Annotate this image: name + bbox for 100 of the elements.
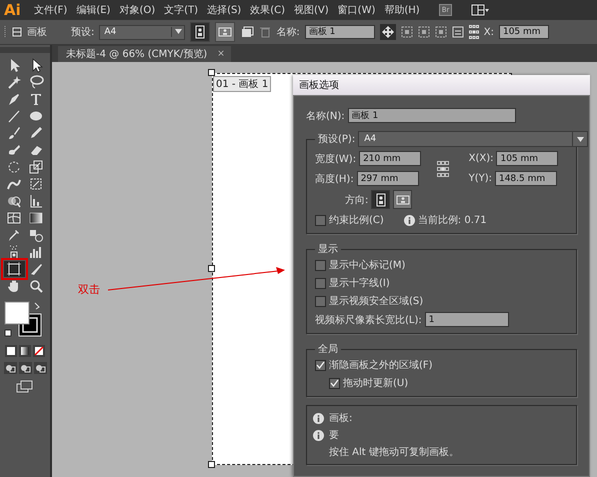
panel-grip-icon[interactable]: [4, 25, 7, 39]
menu-item[interactable]: 效果(C): [248, 3, 288, 17]
info-icon: [313, 430, 324, 440]
reference-point-icon[interactable]: [468, 25, 479, 39]
info-icon: [313, 412, 324, 424]
y-field[interactable]: 148.5 mm: [494, 171, 557, 186]
workspace-layout-icon[interactable]: [471, 4, 490, 16]
artboard-tool-icon: [6, 261, 22, 277]
menu-item[interactable]: 选择(S): [205, 3, 244, 17]
info-text: 要: [329, 429, 339, 442]
new-artboard-icon[interactable]: [240, 26, 254, 38]
orientation-label: 方向:: [345, 194, 368, 206]
artboard-handle[interactable]: [208, 265, 215, 272]
column-graph-tool-icon: [28, 244, 44, 260]
name-label: 名称:: [276, 26, 300, 39]
dropdown-arrow-icon: [576, 136, 584, 142]
screen-mode-icon[interactable]: [16, 380, 34, 394]
checkbox[interactable]: [315, 360, 326, 370]
constrain-label: 约束比例(C): [329, 214, 384, 227]
ratio-text: 当前比例: 0.71: [418, 214, 487, 227]
gradient-tool-icon: [28, 210, 44, 226]
x-field[interactable]: 105 mm: [498, 25, 549, 39]
artboard-handle[interactable]: [208, 461, 215, 468]
artboard-label: 01 - 画板 1: [213, 76, 272, 92]
move-icon[interactable]: [380, 24, 396, 40]
checkbox[interactable]: [315, 214, 326, 226]
info-text: 画板:: [329, 412, 352, 425]
preset-label: 预设:: [71, 26, 94, 39]
menu-item[interactable]: 文字(T): [162, 3, 200, 17]
name-field[interactable]: 画板 1: [348, 108, 516, 123]
info-text: 按住 Alt 键拖动可复制画板。: [329, 446, 459, 459]
orientation-button[interactable]: [190, 22, 210, 42]
document-tab[interactable]: 未标题-4 @ 66% (CMYK/预览) ×: [58, 46, 231, 62]
orientation-button[interactable]: [215, 22, 236, 42]
checkbox[interactable]: [315, 260, 326, 270]
align-artboard-icon[interactable]: [418, 26, 430, 38]
magic-wand-tool-icon: [6, 74, 22, 90]
info-icon: [404, 214, 415, 226]
group-title: 显示: [318, 244, 338, 255]
y-label: Y(Y):: [468, 173, 492, 184]
preset-dropdown[interactable]: A4: [99, 24, 186, 40]
orientation-button[interactable]: [371, 190, 390, 209]
artboard-tool[interactable]: [4, 261, 24, 277]
menu-item[interactable]: 视图(V): [292, 3, 331, 17]
pixel-ratio-field[interactable]: 1: [424, 312, 509, 327]
annotation-text: 双击: [78, 282, 100, 297]
gradient-icon[interactable]: [19, 345, 31, 357]
checkbox-label: 拖动时更新(U): [343, 376, 408, 390]
line-tool-icon: [6, 108, 22, 124]
menu-item[interactable]: 对象(O): [117, 3, 158, 17]
height-label: 高度(H):: [315, 172, 354, 186]
graph-tool-icon: [28, 193, 44, 209]
color-icon[interactable]: [5, 345, 17, 357]
checkbox-label: 渐隐画板之外的区域(F): [329, 358, 433, 372]
align-artboard-icon[interactable]: [400, 26, 413, 38]
close-tab-button[interactable]: ×: [217, 49, 225, 59]
menu-item[interactable]: 帮助(H): [382, 3, 422, 17]
artboard-handle[interactable]: [208, 69, 215, 76]
none-icon[interactable]: [33, 345, 45, 357]
free-transform-tool-icon: [28, 176, 44, 192]
width-field[interactable]: 210 mm: [359, 151, 422, 166]
menu-item[interactable]: 文件(F): [32, 3, 70, 17]
app-logo[interactable]: Ai: [0, 1, 27, 19]
align-artboard-icon[interactable]: [434, 26, 447, 38]
blend-tool-icon: [28, 227, 44, 243]
pen-tool-icon: [6, 91, 22, 107]
orientation-button[interactable]: [393, 190, 412, 209]
preset-label: 预设(P):: [318, 133, 356, 146]
name-field[interactable]: 画板 1: [304, 25, 375, 39]
draw-mode-icon[interactable]: [34, 362, 46, 374]
x-label: X:: [484, 26, 494, 38]
width-label: 宽度(W):: [315, 152, 356, 166]
checkbox-label: 显示中心标记(M): [329, 258, 406, 272]
checkbox-label: 显示十字线(I): [329, 276, 390, 290]
draw-mode-icon[interactable]: [4, 362, 16, 374]
height-field[interactable]: 297 mm: [356, 171, 419, 186]
options-icon[interactable]: [452, 26, 464, 38]
checkbox[interactable]: [315, 278, 326, 288]
document-tab-title: 未标题-4 @ 66% (CMYK/预览): [66, 48, 208, 61]
x-field[interactable]: 105 mm: [496, 151, 558, 166]
scale-tool-icon: [28, 159, 44, 175]
dialog-title-bar: 画板选项: [293, 75, 590, 95]
name-label: 名称(N):: [306, 110, 345, 122]
artboard-icon: [12, 27, 22, 37]
group-title: 全局: [318, 344, 338, 355]
checkbox-label: 显示视频安全区域(S): [329, 294, 424, 308]
checkbox[interactable]: [329, 378, 340, 388]
mesh-tool-icon: [6, 210, 22, 226]
menu-item[interactable]: 编辑(E): [74, 3, 112, 17]
dropdown-arrow-icon: [174, 29, 182, 34]
reference-point-icon[interactable]: [436, 160, 449, 176]
menu-item[interactable]: 窗口(W): [336, 3, 378, 17]
brush-tool-icon: [6, 125, 22, 141]
preset-dropdown[interactable]: A4: [358, 131, 588, 147]
draw-mode-icon[interactable]: [18, 362, 32, 374]
lasso-tool-icon: [28, 74, 44, 90]
type-tool-icon: [28, 91, 44, 107]
rotate-tool-icon: [6, 159, 22, 175]
checkbox[interactable]: [315, 296, 326, 306]
pixel-ratio-label: 视频标尺像素长宽比(L):: [315, 314, 422, 326]
